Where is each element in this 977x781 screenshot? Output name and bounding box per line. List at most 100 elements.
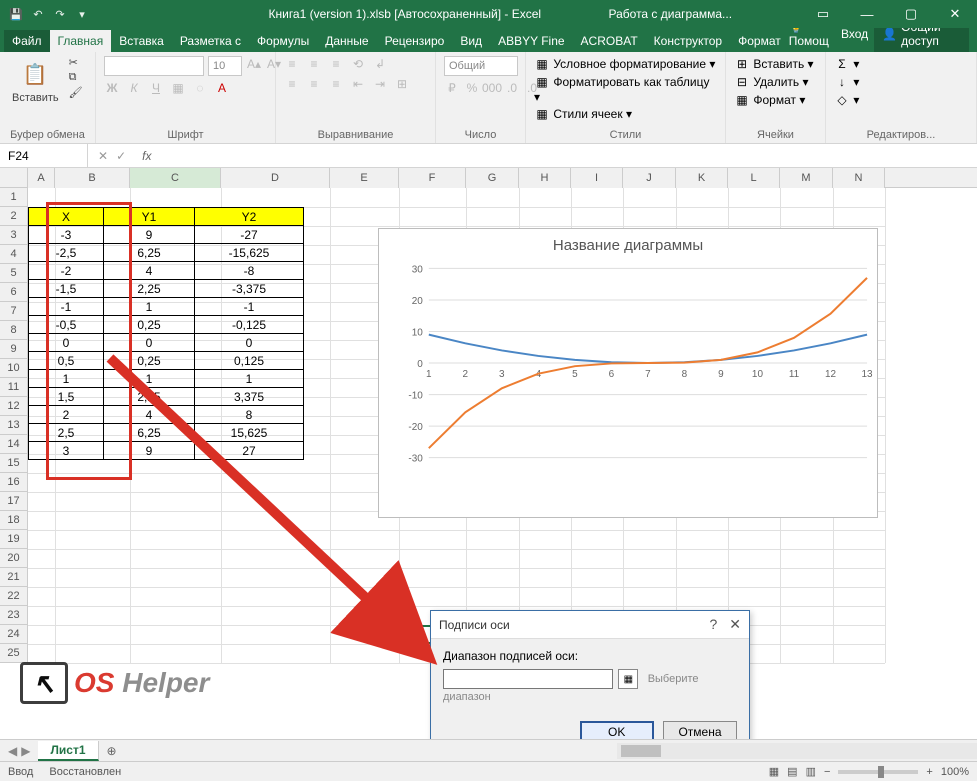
undo-icon[interactable]: ↶ [30,6,46,22]
table-cell[interactable]: 2 [29,406,104,424]
table-cell[interactable]: -3 [29,226,104,244]
row-header[interactable]: 21 [0,568,28,587]
row-header[interactable]: 11 [0,378,28,397]
insert-cells-button[interactable]: ⊞ Вставить ▾ [734,56,814,72]
view-layout-icon[interactable]: ▤ [787,765,797,778]
table-cell[interactable]: 0,25 [104,316,195,334]
indent-dec-icon[interactable]: ⇤ [350,76,366,92]
zoom-slider[interactable] [838,770,918,774]
column-header[interactable]: K [676,168,728,188]
range-selector-icon[interactable]: ▦ [618,669,638,689]
wrap-text-icon[interactable]: ↲ [372,56,388,72]
clear-button[interactable]: ◇ ▾ [834,92,859,108]
table-cell[interactable]: 9 [104,226,195,244]
table-cell[interactable]: 8 [195,406,304,424]
table-cell[interactable]: 0 [29,334,104,352]
tab-chart-design[interactable]: Конструктор [646,30,730,52]
merge-icon[interactable]: ⊞ [394,76,410,92]
format-as-table-button[interactable]: ▦ Форматировать как таблицу ▾ [534,74,717,104]
align-center-icon[interactable]: ≡ [306,76,322,92]
grow-font-icon[interactable]: A▴ [246,56,262,72]
worksheet-grid[interactable]: ABCDEFGHIJKLMN 1234567891011121314151617… [0,168,977,740]
table-cell[interactable]: -1 [29,298,104,316]
align-right-icon[interactable]: ≡ [328,76,344,92]
column-header[interactable]: H [519,168,571,188]
font-size-combo[interactable]: 10 [208,56,242,76]
table-cell[interactable]: 4 [104,262,195,280]
row-header[interactable]: 5 [0,264,28,283]
table-cell[interactable]: 0 [104,334,195,352]
table-cell[interactable]: 3 [29,442,104,460]
cut-icon[interactable]: ✂ [69,56,83,69]
sheet-nav-next-icon[interactable]: ▶ [21,744,30,758]
fill-color-icon[interactable]: ◌ [192,80,208,96]
table-header[interactable]: X [29,208,104,226]
add-sheet-icon[interactable]: ⊕ [99,744,125,758]
column-header[interactable]: N [833,168,885,188]
bold-icon[interactable]: Ж [104,80,120,96]
orientation-icon[interactable]: ⟲ [350,56,366,72]
table-cell[interactable]: -3,375 [195,280,304,298]
range-input[interactable] [443,669,613,689]
format-cells-button[interactable]: ▦ Формат ▾ [734,92,805,108]
save-icon[interactable]: 💾 [8,6,24,22]
enter-formula-icon[interactable]: ✓ [116,149,126,163]
row-header[interactable]: 16 [0,473,28,492]
tab-review[interactable]: Рецензиро [377,30,453,52]
conditional-formatting-button[interactable]: ▦ Условное форматирование ▾ [534,56,715,72]
font-color-icon[interactable]: A [214,80,230,96]
underline-icon[interactable]: Ч [148,80,164,96]
table-cell[interactable]: -0,125 [195,316,304,334]
cell-styles-button[interactable]: ▦ Стили ячеек ▾ [534,106,632,122]
tab-insert[interactable]: Вставка [111,30,172,52]
row-header[interactable]: 4 [0,245,28,264]
align-bottom-icon[interactable]: ≡ [328,56,344,72]
percent-icon[interactable]: % [464,80,480,96]
table-cell[interactable]: 2,25 [104,280,195,298]
dialog-help-icon[interactable]: ? [709,616,717,633]
row-header[interactable]: 15 [0,454,28,473]
autosum-button[interactable]: Σ ▾ [834,56,859,72]
table-cell[interactable]: 4 [104,406,195,424]
zoom-out-icon[interactable]: − [824,766,830,778]
table-cell[interactable]: 1 [195,370,304,388]
row-header[interactable]: 6 [0,283,28,302]
table-cell[interactable]: -8 [195,262,304,280]
column-header[interactable]: L [728,168,780,188]
table-cell[interactable]: 3,375 [195,388,304,406]
row-header[interactable]: 18 [0,511,28,530]
table-cell[interactable]: 2,5 [29,424,104,442]
chart-plot-area[interactable]: -30-20-10010203012345678910111213 [379,258,877,488]
name-box[interactable]: F24 [0,144,88,167]
column-header[interactable]: I [571,168,623,188]
tab-acrobat[interactable]: ACROBAT [573,30,646,52]
row-header[interactable]: 3 [0,226,28,245]
table-cell[interactable]: 1,5 [29,388,104,406]
fx-icon[interactable]: fx [136,149,151,163]
currency-icon[interactable]: ₽ [444,80,460,96]
table-cell[interactable]: 15,625 [195,424,304,442]
tab-view[interactable]: Вид [452,30,490,52]
chart-title[interactable]: Название диаграммы [379,229,877,258]
table-cell[interactable]: 6,25 [104,424,195,442]
align-middle-icon[interactable]: ≡ [306,56,322,72]
table-cell[interactable]: 0,5 [29,352,104,370]
column-header[interactable]: B [55,168,130,188]
table-cell[interactable]: -2,5 [29,244,104,262]
sheet-nav-prev-icon[interactable]: ◀ [8,744,17,758]
row-header[interactable]: 23 [0,606,28,625]
row-header[interactable]: 9 [0,340,28,359]
row-header[interactable]: 20 [0,549,28,568]
dialog-close-icon[interactable]: ✕ [729,616,741,633]
column-header[interactable]: E [330,168,399,188]
row-header[interactable]: 14 [0,435,28,454]
row-header[interactable]: 19 [0,530,28,549]
row-header[interactable]: 25 [0,644,28,663]
table-cell[interactable]: 1 [104,370,195,388]
fill-button[interactable]: ↓ ▾ [834,74,859,90]
horizontal-scrollbar[interactable] [617,743,977,759]
close-icon[interactable]: ✕ [933,0,977,28]
tab-page-layout[interactable]: Разметка с [172,30,249,52]
delete-cells-button[interactable]: ⊟ Удалить ▾ [734,74,809,90]
cancel-button[interactable]: Отмена [663,721,737,740]
